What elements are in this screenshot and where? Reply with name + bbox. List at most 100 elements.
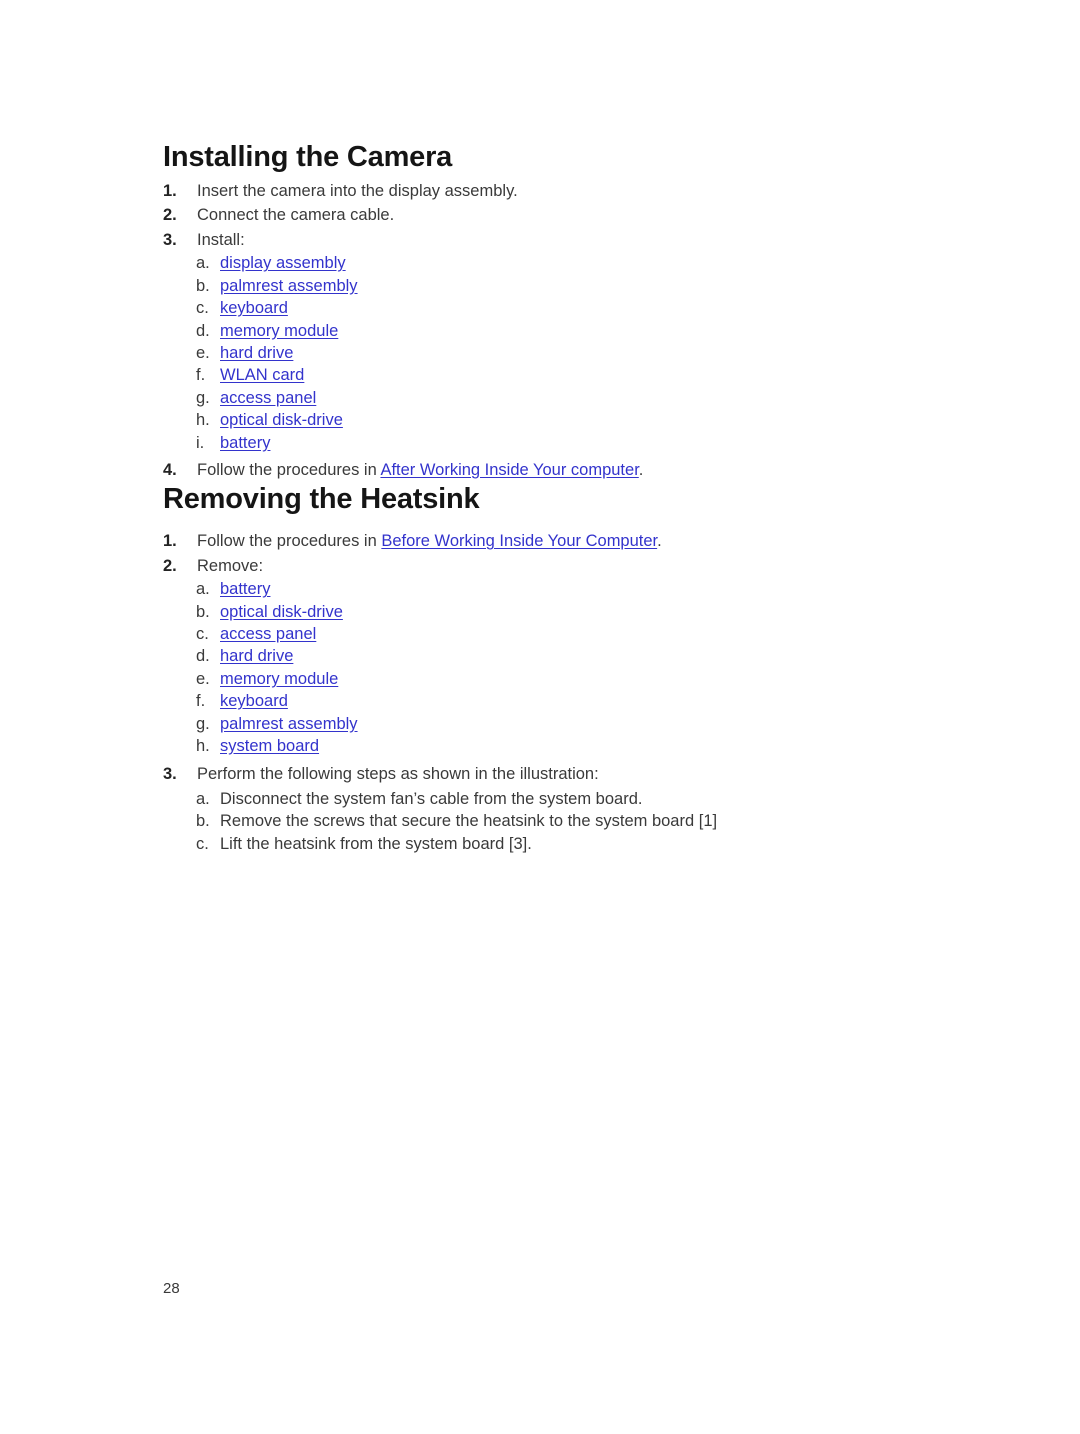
list-item: b. optical disk-drive [163,601,923,623]
substep-text: Disconnect the system fan’s cable from t… [220,790,643,808]
link-access-panel[interactable]: access panel [220,625,316,643]
substep-marker: a. [196,580,210,599]
substep-marker: f. [196,692,206,711]
page-title-removing-the-heatsink: Removing the Heatsink [163,483,480,516]
list-item: b. palmrest assembly [163,275,923,297]
link-palmrest-assembly[interactable]: palmrest assembly [220,715,358,733]
substep-marker: b. [196,276,210,295]
list-item: i. battery [163,432,923,454]
step-text: Follow the procedures in Before Working … [197,532,662,550]
substep-marker: e. [196,669,210,688]
link-palmrest-assembly[interactable]: palmrest assembly [220,277,358,295]
substep-marker: g. [196,388,210,407]
installing-substeps-list: a. display assembly b. palmrest assembly… [163,252,923,454]
link-memory-module[interactable]: memory module [220,322,338,340]
step-text: Insert the camera into the display assem… [197,181,518,200]
installing-final-step-list: 4. Follow the procedures in After Workin… [163,458,923,483]
substep-marker: c. [196,299,209,318]
substep-marker: d. [196,321,210,340]
step-text: Follow the procedures in After Working I… [197,461,643,479]
step-number: 4. [163,460,177,479]
document-page: Installing the Camera 1. Insert the came… [0,0,1080,1434]
step-text: Connect the camera cable. [197,206,395,225]
substep-marker: b. [196,812,210,831]
substep-marker: c. [196,625,209,644]
link-keyboard[interactable]: keyboard [220,299,288,317]
step-text: Remove: [197,556,264,575]
list-item: 4. Follow the procedures in After Workin… [163,458,923,483]
link-keyboard[interactable]: keyboard [220,692,288,710]
list-item: d. hard drive [163,645,923,667]
substep-marker: g. [196,714,210,733]
step-number: 1. [163,181,177,200]
page-title-installing-the-camera: Installing the Camera [163,141,453,173]
step-number: 3. [163,764,177,783]
step-number: 1. [163,532,177,551]
list-item: 1. Insert the camera into the display as… [163,179,923,204]
list-item: c. Lift the heatsink from the system boa… [163,833,923,855]
step-text: Install: [197,230,245,249]
link-access-panel[interactable]: access panel [220,389,316,407]
list-item: a. Disconnect the system fan’s cable fro… [163,788,923,810]
list-item: f. keyboard [163,690,923,712]
removing-perform-substeps-list: a. Disconnect the system fan’s cable fro… [163,788,923,855]
step-text-suffix: . [638,460,644,479]
step-text-suffix: . [657,532,662,551]
list-item: 3. Install: [163,228,923,253]
removing-substeps-list: a. battery b. optical disk-drive c. acce… [163,578,923,757]
substep-marker: d. [196,647,210,666]
link-battery[interactable]: battery [220,434,270,452]
list-item: c. keyboard [163,297,923,319]
link-system-board[interactable]: system board [220,737,319,755]
list-item: 3. Perform the following steps as shown … [163,762,923,787]
link-hard-drive[interactable]: hard drive [220,344,293,362]
substep-text: Lift the heatsink from the system board … [220,834,532,853]
step-text-prefix: Follow the procedures in [197,460,381,479]
list-item: b. Remove the screws that secure the hea… [163,810,923,832]
link-before-working-inside-your-computer[interactable]: Before Working Inside Your Computer [381,532,657,550]
list-item: g. palmrest assembly [163,713,923,735]
list-item: f. WLAN card [163,364,923,386]
link-optical-disk-drive[interactable]: optical disk-drive [220,411,343,429]
substep-marker: h. [196,737,210,756]
substep-marker: a. [196,790,210,808]
substep-text: Remove the screws that secure the heatsi… [220,812,718,831]
substep-marker: i. [196,433,205,452]
list-item: 2. Connect the camera cable. [163,203,923,228]
step-number: 2. [163,556,177,575]
substep-marker: b. [196,602,210,621]
list-item: a. display assembly [163,252,923,274]
substep-marker: f. [196,366,206,385]
list-item: d. memory module [163,320,923,342]
substep-marker: a. [196,254,210,273]
list-item: a. battery [163,578,923,600]
installing-steps-list: 1. Insert the camera into the display as… [163,179,923,253]
link-display-assembly[interactable]: display assembly [220,254,346,272]
list-item: g. access panel [163,387,923,409]
list-item: h. optical disk-drive [163,409,923,431]
removing-steps-list: 1. Follow the procedures in Before Worki… [163,529,923,578]
list-item: c. access panel [163,623,923,645]
step-text-prefix: Follow the procedures in [197,532,382,551]
removing-perform-step-list: 3. Perform the following steps as shown … [163,762,923,787]
link-optical-disk-drive[interactable]: optical disk-drive [220,603,343,621]
step-number: 2. [163,206,177,225]
page-number: 28 [163,1280,180,1297]
link-after-working-inside-your-computer[interactable]: After Working Inside Your computer [380,461,638,479]
step-text: Perform the following steps as shown in … [197,764,599,783]
link-battery[interactable]: battery [220,580,270,598]
list-item: 2. Remove: [163,554,923,579]
list-item: 1. Follow the procedures in Before Worki… [163,529,923,554]
substep-marker: e. [196,343,210,362]
page-content: Installing the Camera 1. Insert the came… [163,140,923,855]
link-memory-module[interactable]: memory module [220,670,338,688]
list-item: h. system board [163,735,923,757]
list-item: e. hard drive [163,342,923,364]
link-wlan-card[interactable]: WLAN card [220,366,304,384]
step-number: 3. [163,230,177,249]
substep-marker: c. [196,834,209,853]
link-hard-drive[interactable]: hard drive [220,647,293,665]
list-item: e. memory module [163,668,923,690]
substep-marker: h. [196,411,210,430]
